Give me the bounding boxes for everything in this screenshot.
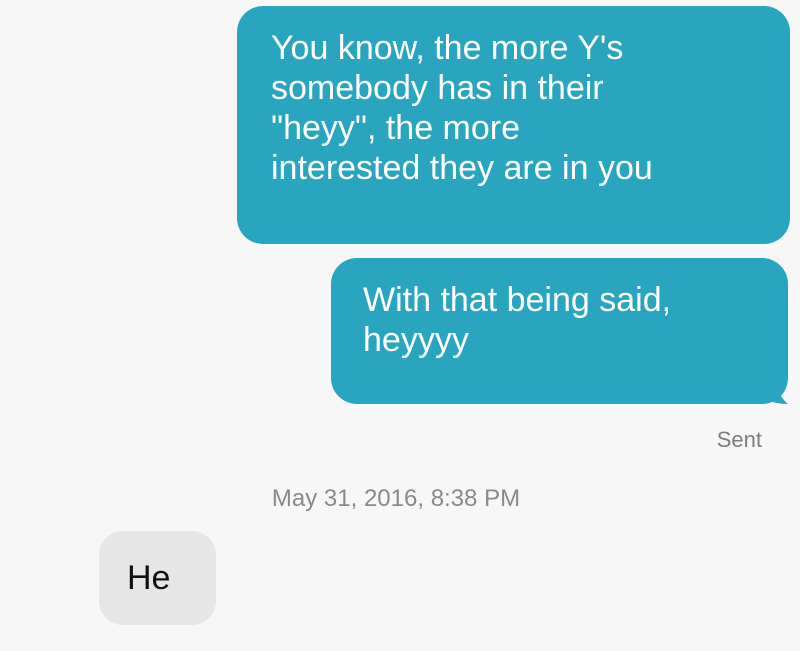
outgoing-message-bubble[interactable]: With that being said, heyyyy — [331, 258, 788, 404]
incoming-message-bubble[interactable]: He — [99, 531, 216, 625]
message-text: He — [127, 559, 171, 597]
outgoing-message-bubble[interactable]: You know, the more Y's somebody has in t… — [237, 6, 790, 244]
delivery-status: Sent — [716, 427, 762, 452]
message-timestamp: May 31, 2016, 8:38 PM — [0, 484, 800, 514]
message-text: With that being said, heyyyy — [363, 281, 672, 359]
message-thread: You know, the more Y's somebody has in t… — [0, 0, 800, 651]
bubble-tail-icon — [754, 374, 788, 404]
message-text: You know, the more Y's somebody has in t… — [271, 29, 653, 187]
timestamp-text: May 31, 2016, 8:38 PM — [271, 485, 521, 512]
